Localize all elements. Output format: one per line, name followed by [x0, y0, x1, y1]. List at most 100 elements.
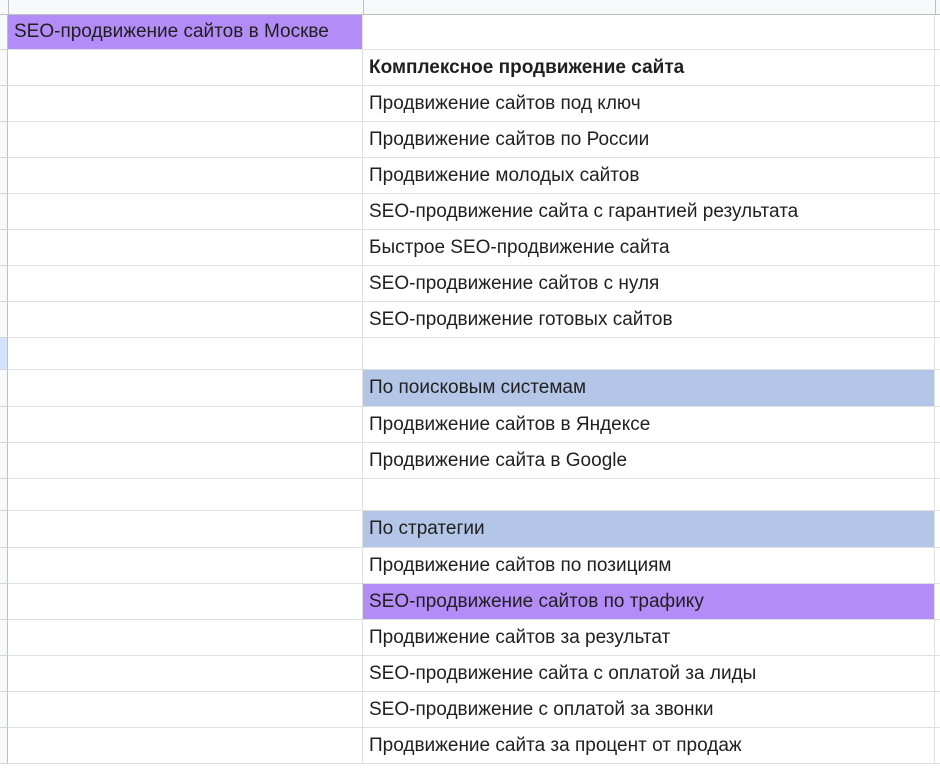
cell-c14[interactable] — [935, 479, 940, 511]
row-header[interactable] — [0, 194, 8, 230]
cell-a15[interactable] — [8, 511, 363, 548]
row-header[interactable] — [0, 266, 8, 302]
row-header[interactable] — [0, 656, 8, 692]
row-header[interactable] — [0, 230, 8, 266]
cell-text: Комплексное продвижение сайта — [369, 56, 685, 78]
cell-b3[interactable]: Продвижение сайтов под ключ — [363, 86, 935, 122]
cell-a14[interactable] — [8, 479, 363, 511]
cell-a3[interactable] — [8, 86, 363, 122]
cell-b14[interactable] — [363, 479, 935, 511]
cell-c13[interactable] — [935, 443, 940, 479]
row-header[interactable] — [0, 370, 8, 407]
row-header[interactable] — [0, 338, 8, 370]
cell-a1[interactable]: SEO-продвижение сайтов в Москве — [8, 15, 363, 50]
cell-c4[interactable] — [935, 122, 940, 158]
cell-c9[interactable] — [935, 302, 940, 338]
cell-c21[interactable] — [935, 728, 940, 764]
row-header[interactable] — [0, 548, 8, 584]
cell-b12[interactable]: Продвижение сайтов в Яндексе — [363, 407, 935, 443]
cell-b7[interactable]: Быстрое SEO-продвижение сайта — [363, 230, 935, 266]
cell-text: SEO-продвижение с оплатой за звонки — [369, 698, 714, 720]
row-header[interactable] — [0, 158, 8, 194]
cell-b6[interactable]: SEO-продвижение сайта с гарантией резуль… — [363, 194, 935, 230]
cell-b16[interactable]: Продвижение сайтов по позициям — [363, 548, 935, 584]
cell-text: SEO-продвижение готовых сайтов — [369, 308, 673, 330]
cell-text: Быстрое SEO-продвижение сайта — [369, 236, 670, 258]
row-header[interactable] — [0, 479, 8, 511]
cell-c3[interactable] — [935, 86, 940, 122]
cell-b20[interactable]: SEO-продвижение с оплатой за звонки — [363, 692, 935, 728]
cell-a10[interactable] — [8, 338, 363, 370]
column-divider — [363, 0, 364, 15]
cell-text: SEO-продвижение сайта с оплатой за лиды — [369, 662, 757, 684]
cell-a7[interactable] — [8, 230, 363, 266]
cell-c1[interactable] — [935, 15, 940, 50]
row-header[interactable] — [0, 692, 8, 728]
cell-a13[interactable] — [8, 443, 363, 479]
cell-b18[interactable]: Продвижение сайтов за результат — [363, 620, 935, 656]
cell-b2[interactable]: Комплексное продвижение сайта — [363, 50, 935, 86]
cell-a9[interactable] — [8, 302, 363, 338]
row-header[interactable] — [0, 620, 8, 656]
row-header[interactable] — [0, 302, 8, 338]
cell-c12[interactable] — [935, 407, 940, 443]
cell-b4[interactable]: Продвижение сайтов по России — [363, 122, 935, 158]
cell-c10[interactable] — [935, 338, 940, 370]
cell-b5[interactable]: Продвижение молодых сайтов — [363, 158, 935, 194]
cell-b11[interactable]: По поисковым системам — [363, 370, 935, 407]
cell-c11[interactable] — [935, 370, 940, 407]
cell-text: Продвижение сайтов за результат — [369, 626, 671, 648]
cell-c15[interactable] — [935, 511, 940, 548]
cell-b1[interactable] — [363, 15, 935, 50]
cell-a4[interactable] — [8, 122, 363, 158]
cell-a18[interactable] — [8, 620, 363, 656]
cell-a5[interactable] — [8, 158, 363, 194]
cell-c20[interactable] — [935, 692, 940, 728]
cell-c5[interactable] — [935, 158, 940, 194]
cell-b13[interactable]: Продвижение сайта в Google — [363, 443, 935, 479]
cell-a16[interactable] — [8, 548, 363, 584]
cell-c8[interactable] — [935, 266, 940, 302]
cell-b19[interactable]: SEO-продвижение сайта с оплатой за лиды — [363, 656, 935, 692]
cell-text: По стратегии — [369, 518, 485, 539]
cell-a2[interactable] — [8, 50, 363, 86]
row-header[interactable] — [0, 511, 8, 548]
column-divider — [8, 0, 9, 15]
cell-a12[interactable] — [8, 407, 363, 443]
cell-c16[interactable] — [935, 548, 940, 584]
cell-text: Продвижение сайта за процент от продаж — [369, 734, 742, 756]
cell-text: SEO-продвижение сайтов по трафику — [369, 590, 704, 612]
cell-text: Продвижение молодых сайтов — [369, 164, 640, 186]
cell-a21[interactable] — [8, 728, 363, 764]
cell-text: SEO-продвижение сайтов с нуля — [369, 272, 660, 294]
cell-c2[interactable] — [935, 50, 940, 86]
cell-b15[interactable]: По стратегии — [363, 511, 935, 548]
cell-c17[interactable] — [935, 584, 940, 620]
cell-a11[interactable] — [8, 370, 363, 407]
row-header[interactable] — [0, 584, 8, 620]
cell-a8[interactable] — [8, 266, 363, 302]
cell-text: По поисковым системам — [369, 377, 587, 398]
row-header[interactable] — [0, 443, 8, 479]
cell-b21[interactable]: Продвижение сайта за процент от продаж — [363, 728, 935, 764]
cell-a17[interactable] — [8, 584, 363, 620]
cell-text: Продвижение сайтов по России — [369, 128, 650, 150]
row-header[interactable] — [0, 15, 8, 50]
row-header[interactable] — [0, 86, 8, 122]
cell-c7[interactable] — [935, 230, 940, 266]
row-header[interactable] — [0, 122, 8, 158]
cell-a20[interactable] — [8, 692, 363, 728]
cell-a19[interactable] — [8, 656, 363, 692]
row-header[interactable] — [0, 407, 8, 443]
cell-b17[interactable]: SEO-продвижение сайтов по трафику — [363, 584, 935, 620]
row-header[interactable] — [0, 728, 8, 764]
cell-a6[interactable] — [8, 194, 363, 230]
cell-b8[interactable]: SEO-продвижение сайтов с нуля — [363, 266, 935, 302]
row-header[interactable] — [0, 50, 8, 86]
cell-c19[interactable] — [935, 656, 940, 692]
cell-c6[interactable] — [935, 194, 940, 230]
cell-b10[interactable] — [363, 338, 935, 370]
column-header-strip — [0, 0, 940, 15]
cell-b9[interactable]: SEO-продвижение готовых сайтов — [363, 302, 935, 338]
cell-c18[interactable] — [935, 620, 940, 656]
